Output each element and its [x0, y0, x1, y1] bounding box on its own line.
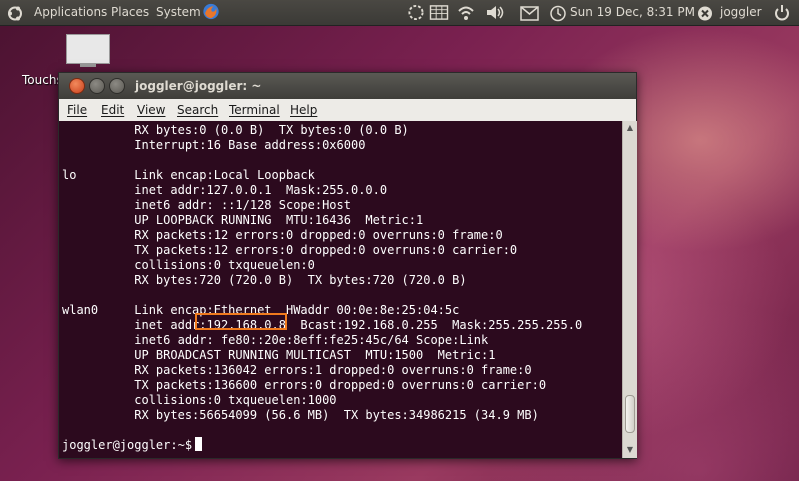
terminal-line: UP LOOPBACK RUNNING MTU:16436 Metric:1 [62, 213, 424, 227]
menu-file[interactable]: File [67, 99, 87, 121]
places-menu[interactable]: Places [111, 0, 149, 25]
window-title: joggler@joggler: ~ [135, 79, 262, 93]
terminal-line: RX packets:136042 errors:1 dropped:0 ove… [62, 363, 532, 377]
terminal-scrollbar[interactable]: ▲ ▼ [622, 121, 637, 458]
menu-help[interactable]: Help [290, 99, 317, 121]
menu-bar: File Edit View Search Terminal Help [59, 99, 636, 122]
desktop-icon-label[interactable]: Touchs [22, 73, 63, 87]
ip-address-highlight [195, 313, 287, 330]
user-status-icon[interactable] [697, 5, 713, 22]
terminal-line: collisions:0 txqueuelen:1000 [62, 393, 337, 407]
terminal-line: inet6 addr: ::1/128 Scope:Host [62, 198, 351, 212]
menu-edit[interactable]: Edit [101, 99, 124, 121]
terminal-line: collisions:0 txqueuelen:0 [62, 258, 315, 272]
minimize-button[interactable] [89, 78, 105, 94]
scroll-up-icon[interactable]: ▲ [625, 124, 635, 132]
maximize-button[interactable] [109, 78, 125, 94]
sync-icon[interactable] [407, 4, 425, 21]
terminal-line: RX bytes:720 (720.0 B) TX bytes:720 (720… [62, 273, 467, 287]
terminal-line: TX packets:12 errors:0 dropped:0 overrun… [62, 243, 518, 257]
network-wired-icon[interactable] [429, 4, 449, 21]
close-button[interactable] [69, 78, 85, 94]
scrollbar-thumb[interactable] [625, 395, 635, 433]
window-titlebar[interactable]: joggler@joggler: ~ [59, 73, 636, 99]
wifi-icon[interactable] [457, 4, 475, 21]
applications-menu[interactable]: Applications [34, 0, 107, 25]
terminal-line: RX packets:12 errors:0 dropped:0 overrun… [62, 228, 503, 242]
monitor-screen [66, 34, 110, 64]
mail-icon[interactable] [520, 5, 539, 22]
power-icon[interactable] [774, 4, 790, 21]
computer-desktop-icon[interactable] [66, 34, 110, 68]
menu-view[interactable]: View [137, 99, 165, 121]
menu-search[interactable]: Search [177, 99, 218, 121]
terminal-line: Interrupt:16 Base address:0x6000 [62, 138, 366, 152]
clock-icon[interactable] [550, 5, 566, 22]
firefox-icon[interactable] [201, 3, 221, 20]
terminal-line: inet addr:127.0.0.1 Mask:255.0.0.0 [62, 183, 388, 197]
terminal-line: UP BROADCAST RUNNING MULTICAST MTU:1500 … [62, 348, 496, 362]
terminal-line: inet6 addr: fe80::20e:8eff:fe25:45c/64 S… [62, 333, 489, 347]
terminal-output[interactable]: RX bytes:0 (0.0 B) TX bytes:0 (0.0 B) In… [59, 121, 622, 458]
system-menu[interactable]: System [156, 0, 201, 25]
terminal-line: inet addr:192.168.0.8 Bcast:192.168.0.25… [62, 318, 583, 332]
terminal-line: TX packets:136600 errors:0 dropped:0 ove… [62, 378, 547, 392]
top-panel: Applications Places System Sun 19 Dec, 8… [0, 0, 799, 26]
scroll-down-icon[interactable]: ▼ [625, 446, 635, 454]
clock-datetime[interactable]: Sun 19 Dec, 8:31 PM [570, 0, 695, 25]
terminal-window: joggler@joggler: ~ File Edit View Search… [58, 72, 637, 459]
user-name[interactable]: joggler [720, 0, 762, 25]
volume-icon[interactable] [485, 4, 505, 21]
terminal-line: RX bytes:0 (0.0 B) TX bytes:0 (0.0 B) [62, 123, 409, 137]
terminal-cursor [195, 437, 202, 451]
ubuntu-logo-icon[interactable] [7, 5, 23, 22]
menu-terminal[interactable]: Terminal [229, 99, 280, 121]
monitor-stand [80, 63, 96, 67]
terminal-prompt: joggler@joggler:~$ [62, 438, 200, 452]
terminal-line: lo Link encap:Local Loopback [62, 168, 315, 182]
terminal-line: RX bytes:56654099 (56.6 MB) TX bytes:349… [62, 408, 539, 422]
